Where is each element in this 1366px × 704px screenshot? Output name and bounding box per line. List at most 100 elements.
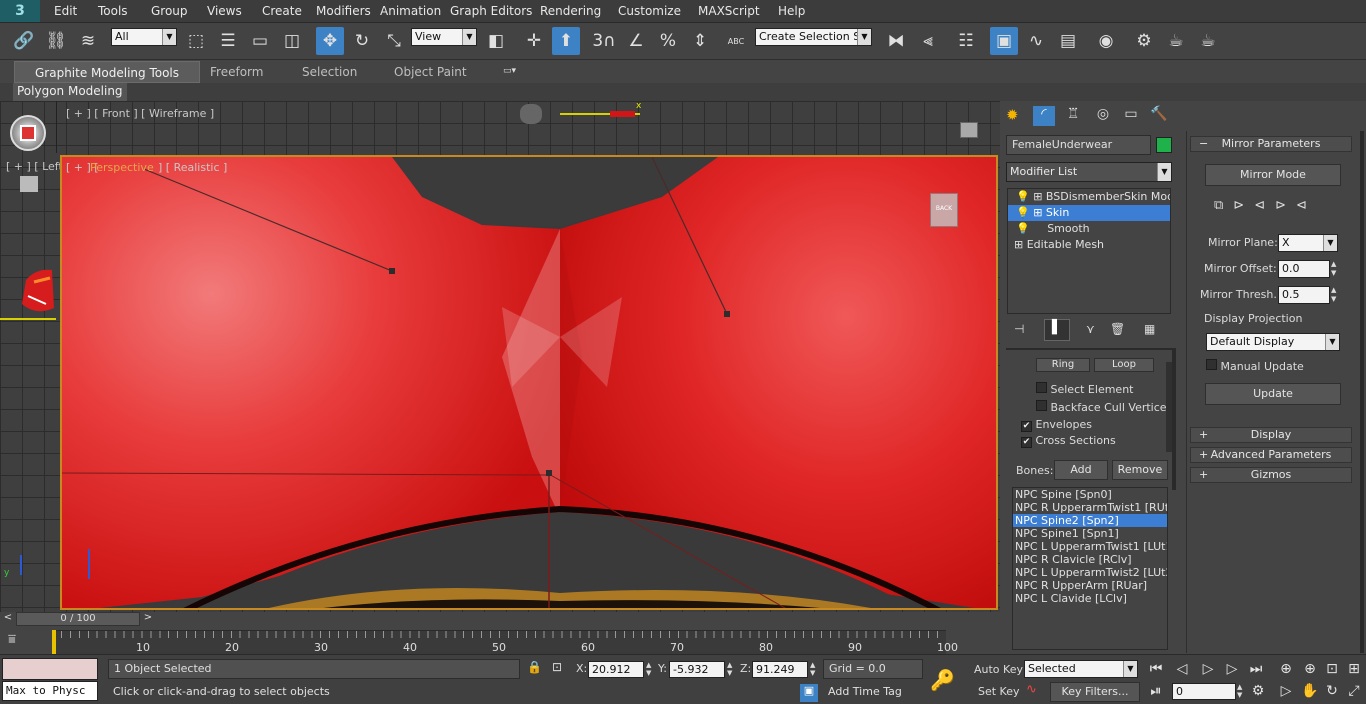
menu-create[interactable]: Create bbox=[262, 4, 302, 18]
mirror-selected-icon[interactable]: ⧉ bbox=[1214, 198, 1233, 213]
selection-filter-dropdown[interactable]: All ▼ bbox=[111, 28, 177, 46]
mirror-plane-dropdown[interactable]: X ▼ bbox=[1278, 234, 1338, 252]
mirror-left-icon[interactable]: ⊲ bbox=[1254, 198, 1275, 213]
display-rollout-header[interactable]: + Display bbox=[1190, 427, 1352, 443]
bone-list-item[interactable]: NPC Spine1 [Spn1] bbox=[1013, 527, 1167, 540]
selection-lock-icon[interactable]: 🔒 bbox=[527, 660, 543, 678]
menu-animation[interactable]: Animation bbox=[380, 4, 441, 18]
menu-graph-editors[interactable]: Graph Editors bbox=[450, 4, 532, 18]
light-bulb-icon[interactable]: 💡 bbox=[1016, 190, 1030, 203]
spinner-snap-icon[interactable]: ⇕ bbox=[686, 27, 714, 55]
render-production-icon[interactable]: ☕ bbox=[1194, 27, 1222, 55]
perspective-viewport[interactable]: [ + ] [ Perspective ] [ Realistic ] BACK bbox=[60, 155, 998, 610]
object-name-field[interactable]: FemaleUnderwear bbox=[1006, 135, 1151, 155]
remove-bone-button[interactable]: Remove bbox=[1112, 460, 1168, 480]
envelopes-row[interactable]: ✔ Envelopes bbox=[1021, 418, 1092, 432]
expand-icon[interactable]: ⊞ bbox=[1033, 206, 1042, 219]
next-frame-icon[interactable]: ▷ bbox=[1222, 659, 1242, 679]
mirror-offset-spinner[interactable]: ▲ ▼ bbox=[1331, 260, 1341, 278]
window-crossing-icon[interactable]: ◫ bbox=[278, 27, 306, 55]
z-coord-input[interactable]: 91.249 bbox=[752, 661, 808, 678]
zoom-all-icon[interactable]: ⊕ bbox=[1300, 659, 1320, 679]
polygon-modeling-label[interactable]: Polygon Modeling bbox=[13, 83, 127, 101]
key-filters-button[interactable]: Key Filters... bbox=[1050, 682, 1140, 702]
create-tab-icon[interactable]: ✹ bbox=[1006, 106, 1028, 126]
layer-manager-icon[interactable]: ☷ bbox=[952, 27, 980, 55]
menu-maxscript[interactable]: MAXScript bbox=[698, 4, 760, 18]
rollout-scrollbar[interactable] bbox=[1360, 131, 1364, 653]
show-end-result-icon[interactable]: ▌ bbox=[1044, 319, 1070, 341]
rotate-icon[interactable]: ↻ bbox=[348, 27, 376, 55]
backface-cull-row[interactable]: Backface Cull Vertices bbox=[1036, 400, 1172, 414]
menu-group[interactable]: Group bbox=[151, 4, 188, 18]
motion-tab-icon[interactable]: ◎ bbox=[1092, 106, 1114, 126]
hierarchy-tab-icon[interactable]: ♖ bbox=[1062, 106, 1084, 126]
snap-toggle-icon[interactable]: 3 ∩ bbox=[590, 27, 618, 55]
zoom-extents-icon[interactable]: ⊡ bbox=[1322, 659, 1342, 679]
viewcube-back[interactable]: BACK bbox=[930, 193, 958, 227]
bones-list[interactable]: NPC Spine [Spn0] NPC R UpperarmTwist1 [RU… bbox=[1012, 487, 1168, 650]
stack-item-selected[interactable]: 💡 ⊞ Skin bbox=[1008, 205, 1170, 221]
default-in-out-tangent-icon[interactable]: ∿ bbox=[1026, 682, 1046, 702]
persp-label-shading[interactable]: ] [ Realistic ] bbox=[158, 161, 227, 174]
make-unique-icon[interactable]: ⋎ bbox=[1086, 322, 1106, 338]
stack-item[interactable]: 💡 ⊞ BSDismemberSkin Modifie bbox=[1008, 189, 1170, 205]
tab-graphite-modeling-tools[interactable]: Graphite Modeling Tools bbox=[14, 61, 201, 83]
backface-cull-checkbox[interactable] bbox=[1036, 400, 1047, 411]
gizmos-rollout-header[interactable]: + Gizmos bbox=[1190, 467, 1352, 483]
go-to-end-icon[interactable]: ⏭ bbox=[1246, 659, 1266, 679]
bone-list-item[interactable]: NPC R Clavicle [RClv] bbox=[1013, 553, 1167, 566]
mini-curve-editor-icon[interactable]: ⩸ bbox=[8, 632, 34, 652]
menu-edit[interactable]: Edit bbox=[54, 4, 77, 18]
loop-button[interactable]: Loop bbox=[1094, 358, 1154, 372]
graphite-toggle-icon[interactable]: ▣ bbox=[990, 27, 1018, 55]
bone-list-item[interactable]: NPC R UpperArm [RUar] bbox=[1013, 579, 1167, 592]
maximize-viewport-icon[interactable]: ⤢ bbox=[1344, 681, 1364, 701]
keyboard-shortcut-override-icon[interactable]: ⬆ bbox=[552, 27, 580, 55]
add-time-tag[interactable]: Add Time Tag bbox=[823, 683, 923, 703]
mirror-offset-input[interactable]: 0.0 bbox=[1278, 260, 1330, 278]
time-slider-next-icon[interactable]: > bbox=[140, 612, 156, 626]
expand-icon[interactable]: ⊞ bbox=[1014, 238, 1023, 251]
auto-key-button[interactable]: Auto Key bbox=[974, 663, 1023, 676]
persp-label-mode[interactable]: Perspective bbox=[90, 161, 154, 174]
menu-views[interactable]: Views bbox=[207, 4, 242, 18]
rendered-frame-icon[interactable]: ☕ bbox=[1162, 27, 1190, 55]
display-tab-icon[interactable]: ▭ bbox=[1120, 106, 1142, 126]
go-to-start-icon[interactable]: ⏮ bbox=[1146, 659, 1166, 679]
display-projection-dropdown[interactable]: Default Display ▼ bbox=[1206, 333, 1340, 351]
ring-button[interactable]: Ring bbox=[1036, 358, 1090, 372]
field-of-view-icon[interactable]: ▷ bbox=[1276, 681, 1296, 701]
link-icon[interactable]: 🔗 bbox=[10, 27, 38, 55]
cross-sections-row[interactable]: ✔ Cross Sections bbox=[1021, 434, 1116, 448]
cross-sections-checkbox[interactable]: ✔ bbox=[1021, 437, 1032, 448]
front-viewcube[interactable] bbox=[520, 104, 542, 124]
utilities-tab-icon[interactable]: 🔨 bbox=[1148, 106, 1170, 126]
select-object-icon[interactable]: ⬚ bbox=[182, 27, 210, 55]
menu-rendering[interactable]: Rendering bbox=[540, 4, 601, 18]
bone-list-item[interactable]: NPC R UpperarmTwist1 [RUt1] bbox=[1013, 501, 1167, 514]
angle-snap-icon[interactable]: ∠ bbox=[622, 27, 650, 55]
key-mode-toggle-icon[interactable]: ⏯ bbox=[1146, 681, 1166, 701]
time-slider[interactable]: 0 / 100 bbox=[16, 612, 140, 626]
light-bulb-icon[interactable]: 💡 bbox=[1016, 206, 1030, 219]
light-bulb-icon[interactable]: 💡 bbox=[1016, 222, 1030, 235]
manual-update-checkbox[interactable] bbox=[1206, 359, 1217, 370]
named-selection-input[interactable]: Create Selection Se ▼ bbox=[755, 28, 872, 46]
add-bone-button[interactable]: Add bbox=[1054, 460, 1108, 480]
bone-list-item[interactable]: NPC L UpperarmTwist2 [LUt2] bbox=[1013, 566, 1167, 579]
menu-help[interactable]: Help bbox=[778, 4, 805, 18]
orbit-icon[interactable]: ↻ bbox=[1322, 681, 1342, 701]
schematic-view-icon[interactable]: ▤ bbox=[1054, 27, 1082, 55]
ref-coord-dropdown[interactable]: View ▼ bbox=[411, 28, 477, 46]
mirror-thresh-input[interactable]: 0.5 bbox=[1278, 286, 1330, 304]
current-frame-input[interactable]: 0 bbox=[1172, 683, 1236, 700]
mirror-icon[interactable]: ⧓ bbox=[882, 27, 910, 55]
rect-selection-icon[interactable]: ▭ bbox=[246, 27, 274, 55]
y-coord-input[interactable]: -5.932 bbox=[669, 661, 725, 678]
ribbon-options-icon[interactable]: ▭▾ bbox=[503, 66, 525, 78]
z-spinner[interactable]: ▲ ▼ bbox=[810, 661, 819, 678]
select-element-checkbox[interactable] bbox=[1036, 382, 1047, 393]
frame-spinner[interactable]: ▲ ▼ bbox=[1237, 683, 1246, 700]
edit-named-selection-icon[interactable]: ABC bbox=[722, 27, 750, 55]
